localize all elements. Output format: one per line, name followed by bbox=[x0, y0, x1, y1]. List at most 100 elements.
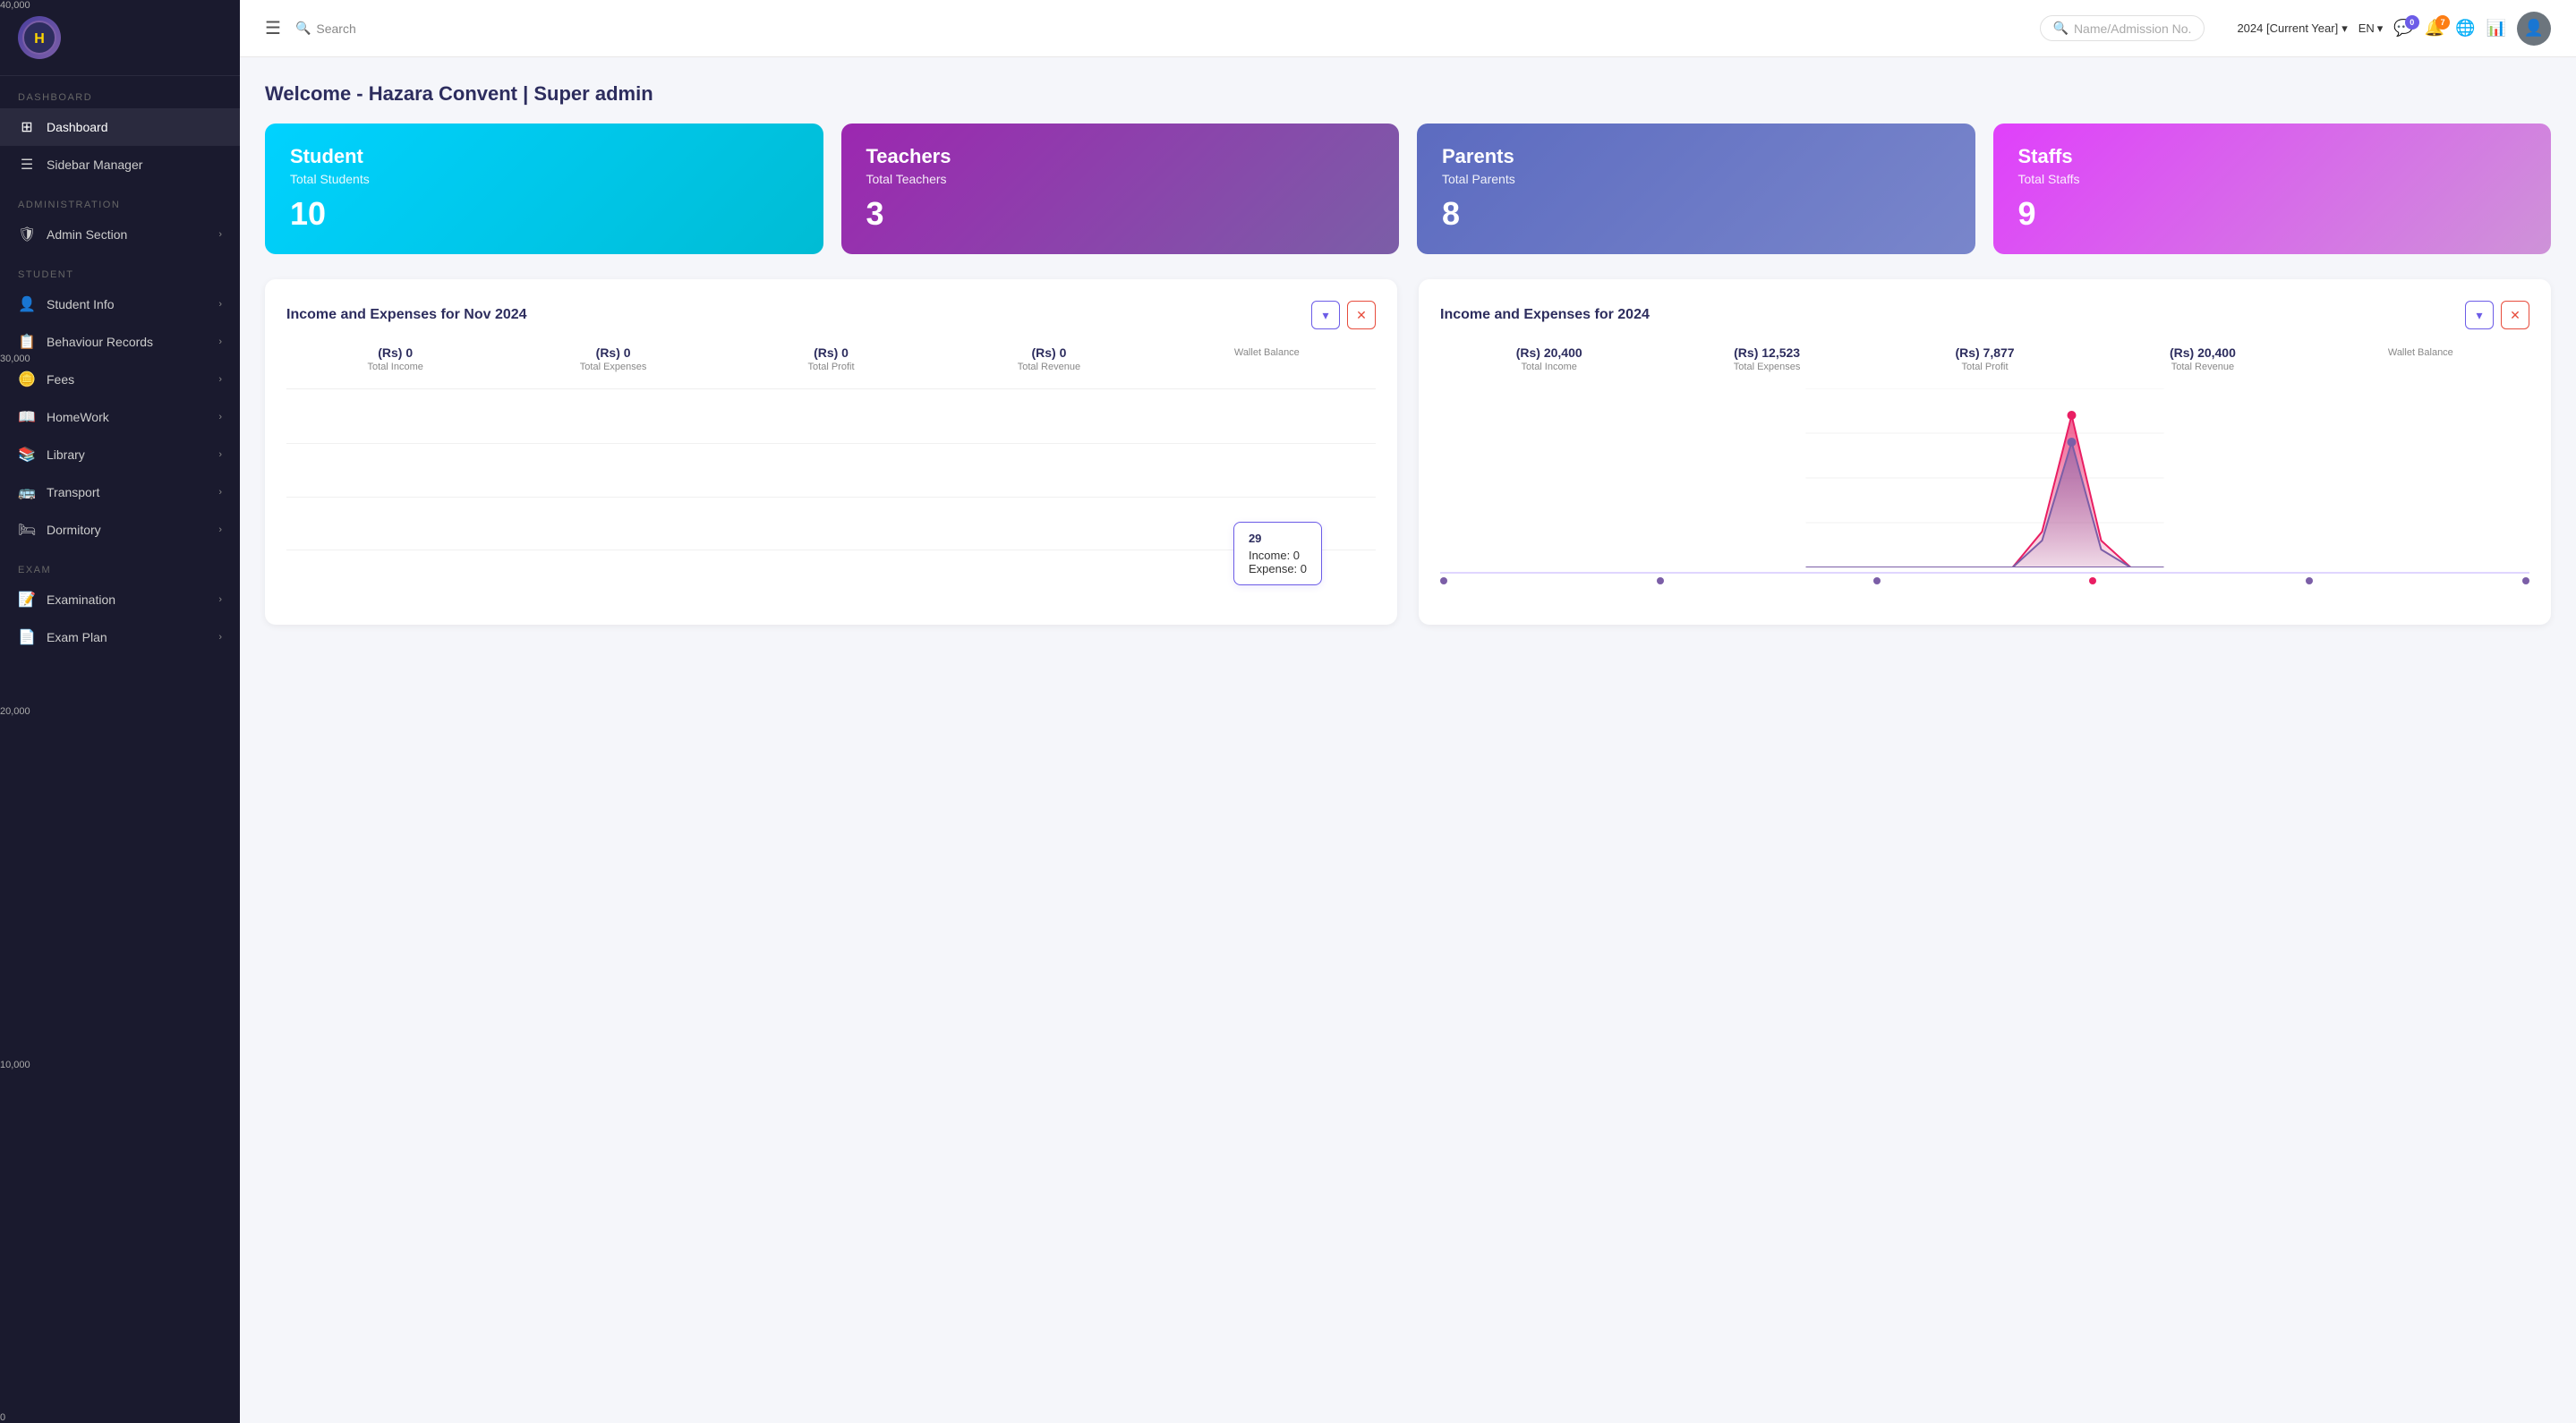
stat-title-parents: Parents bbox=[1442, 145, 1950, 168]
tooltip-income: Income: 0 bbox=[1249, 549, 1307, 562]
stat2024-0: (Rs) 20,400Total Income bbox=[1440, 345, 1658, 372]
homework-label: HomeWork bbox=[47, 410, 109, 424]
chart-svg bbox=[1440, 388, 2529, 567]
chart-2024-actions: ▾ ✕ bbox=[2465, 301, 2529, 329]
lang-label: EN bbox=[2358, 21, 2375, 35]
library-chevron: › bbox=[218, 449, 222, 460]
chart-2024-area: 40,00030,00020,00010,0000 bbox=[1440, 388, 2529, 603]
stat-subtitle-parents: Total Parents bbox=[1442, 172, 1950, 186]
expense-peak-point bbox=[2068, 438, 2077, 447]
chart-nov-stats: (Rs) 0Total Income(Rs) 0Total Expenses(R… bbox=[286, 345, 1376, 372]
dormitory-chevron: › bbox=[218, 524, 222, 535]
student-info-label: Student Info bbox=[47, 297, 115, 311]
stat-title-student: Student bbox=[290, 145, 798, 168]
chart-nov: Income and Expenses for Nov 2024 ▾ ✕ (Rs… bbox=[265, 279, 1397, 625]
chart-icon: 📊 bbox=[2486, 19, 2506, 37]
homework-chevron: › bbox=[218, 412, 222, 422]
nov-stat-0: (Rs) 0Total Income bbox=[286, 345, 504, 372]
transport-label: Transport bbox=[47, 485, 99, 499]
welcome-title: Welcome - Hazara Convent | Super admin bbox=[265, 82, 2551, 106]
nov-stat-2: (Rs) 0Total Profit bbox=[722, 345, 940, 372]
fees-chevron: › bbox=[218, 374, 222, 385]
stat-subtitle-student: Total Students bbox=[290, 172, 798, 186]
charts-row: Income and Expenses for Nov 2024 ▾ ✕ (Rs… bbox=[265, 279, 2551, 625]
chart-button[interactable]: 📊 bbox=[2486, 19, 2506, 38]
examination-chevron: › bbox=[218, 594, 222, 605]
library-label: Library bbox=[47, 447, 85, 462]
globe-button[interactable]: 🌐 bbox=[2455, 19, 2475, 38]
stat-value-staffs: 9 bbox=[2018, 195, 2527, 233]
name-search-icon: 🔍 bbox=[2053, 21, 2068, 36]
notification-button[interactable]: 🔔 7 bbox=[2425, 19, 2444, 38]
stat-card-staffs: Staffs Total Staffs 9 bbox=[1993, 124, 2552, 254]
name-search-placeholder: Name/Admission No. bbox=[2074, 21, 2192, 36]
message-badge: 0 bbox=[2405, 15, 2419, 30]
chart-2024-expand-button[interactable]: ▾ bbox=[2465, 301, 2494, 329]
stat-card-teachers: Teachers Total Teachers 3 bbox=[841, 124, 1400, 254]
stat-value-parents: 8 bbox=[1442, 195, 1950, 233]
stat-subtitle-teachers: Total Teachers bbox=[866, 172, 1375, 186]
main-area: ☰ 🔍 Search 🔍 Name/Admission No. 2024 [Cu… bbox=[240, 0, 2576, 1423]
topbar-right: 2024 [Current Year] ▾ EN ▾ 💬 0 🔔 7 🌐 📊 bbox=[2237, 12, 2551, 46]
chart-nov-actions: ▾ ✕ bbox=[1311, 301, 1376, 329]
stat2024-3: (Rs) 20,400Total Revenue bbox=[2094, 345, 2311, 372]
admin-section-chevron: › bbox=[218, 229, 222, 240]
dashboard-label: Dashboard bbox=[47, 120, 108, 134]
stat-value-student: 10 bbox=[290, 195, 798, 233]
nov-stat-3: (Rs) 0Total Revenue bbox=[940, 345, 1157, 372]
behaviour-records-label: Behaviour Records bbox=[47, 335, 153, 349]
stat2024-1: (Rs) 12,523Total Expenses bbox=[1658, 345, 1875, 372]
stats-grid: Student Total Students 10 Teachers Total… bbox=[265, 124, 2551, 254]
stat-title-teachers: Teachers bbox=[866, 145, 1375, 168]
avatar[interactable]: 👤 bbox=[2517, 12, 2551, 46]
chart-2024-title: Income and Expenses for 2024 bbox=[1440, 307, 1650, 323]
chart-nov-tooltip: 29 Income: 0 Expense: 0 bbox=[1233, 522, 1322, 585]
behaviour-records-chevron: › bbox=[218, 337, 222, 347]
nov-stat-1: (Rs) 0Total Expenses bbox=[504, 345, 721, 372]
stat-card-student: Student Total Students 10 bbox=[265, 124, 823, 254]
message-button[interactable]: 💬 0 bbox=[2393, 19, 2413, 38]
stat-title-staffs: Staffs bbox=[2018, 145, 2527, 168]
globe-icon: 🌐 bbox=[2455, 19, 2475, 37]
stat-card-parents: Parents Total Parents 8 bbox=[1417, 124, 1975, 254]
tooltip-date: 29 bbox=[1249, 532, 1307, 545]
tooltip-expense: Expense: 0 bbox=[1249, 562, 1307, 575]
stat2024-4: Wallet Balance bbox=[2312, 345, 2529, 372]
sidebar-manager-label: Sidebar Manager bbox=[47, 158, 142, 172]
search-icon: 🔍 bbox=[295, 21, 311, 36]
chart-nov-header: Income and Expenses for Nov 2024 ▾ ✕ bbox=[286, 301, 1376, 329]
name-search-input[interactable]: 🔍 Name/Admission No. bbox=[2040, 15, 2205, 41]
search-label: Search bbox=[316, 21, 355, 36]
student-info-chevron: › bbox=[218, 299, 222, 310]
chart-nov-close-button[interactable]: ✕ bbox=[1347, 301, 1376, 329]
main-content: Welcome - Hazara Convent | Super admin S… bbox=[240, 57, 2576, 1423]
admin-section-label: Admin Section bbox=[47, 227, 127, 242]
nov-stat-4: Wallet Balance bbox=[1158, 345, 1376, 372]
chart-nov-title: Income and Expenses for Nov 2024 bbox=[286, 307, 527, 323]
chart-nov-expand-button[interactable]: ▾ bbox=[1311, 301, 1340, 329]
exam-plan-label: Exam Plan bbox=[47, 630, 107, 644]
avatar-icon: 👤 bbox=[2524, 19, 2544, 38]
dormitory-label: Dormitory bbox=[47, 523, 101, 537]
fees-label: Fees bbox=[47, 372, 74, 387]
stat-value-teachers: 3 bbox=[866, 195, 1375, 233]
menu-icon[interactable]: ☰ bbox=[265, 17, 281, 39]
exam-plan-chevron: › bbox=[218, 632, 222, 643]
income-peak-point bbox=[2068, 411, 2077, 420]
language-selector[interactable]: EN ▾ bbox=[2358, 21, 2384, 36]
search-button[interactable]: 🔍 Search bbox=[295, 21, 356, 36]
topbar: ☰ 🔍 Search 🔍 Name/Admission No. 2024 [Cu… bbox=[240, 0, 2576, 57]
chart-2024-close-button[interactable]: ✕ bbox=[2501, 301, 2529, 329]
lang-chevron: ▾ bbox=[2377, 21, 2384, 36]
chart-2024: Income and Expenses for 2024 ▾ ✕ (Rs) 20… bbox=[1419, 279, 2551, 625]
notification-badge: 7 bbox=[2435, 15, 2450, 30]
transport-chevron: › bbox=[218, 487, 222, 498]
stat-subtitle-staffs: Total Staffs bbox=[2018, 172, 2527, 186]
chart-main bbox=[1440, 388, 2529, 603]
year-selector[interactable]: 2024 [Current Year] ▾ bbox=[2237, 21, 2347, 36]
year-chevron: ▾ bbox=[2341, 21, 2348, 36]
chart-2024-stats: (Rs) 20,400Total Income(Rs) 12,523Total … bbox=[1440, 345, 2529, 372]
examination-label: Examination bbox=[47, 592, 115, 607]
chart-2024-header: Income and Expenses for 2024 ▾ ✕ bbox=[1440, 301, 2529, 329]
year-label: 2024 [Current Year] bbox=[2237, 21, 2338, 35]
